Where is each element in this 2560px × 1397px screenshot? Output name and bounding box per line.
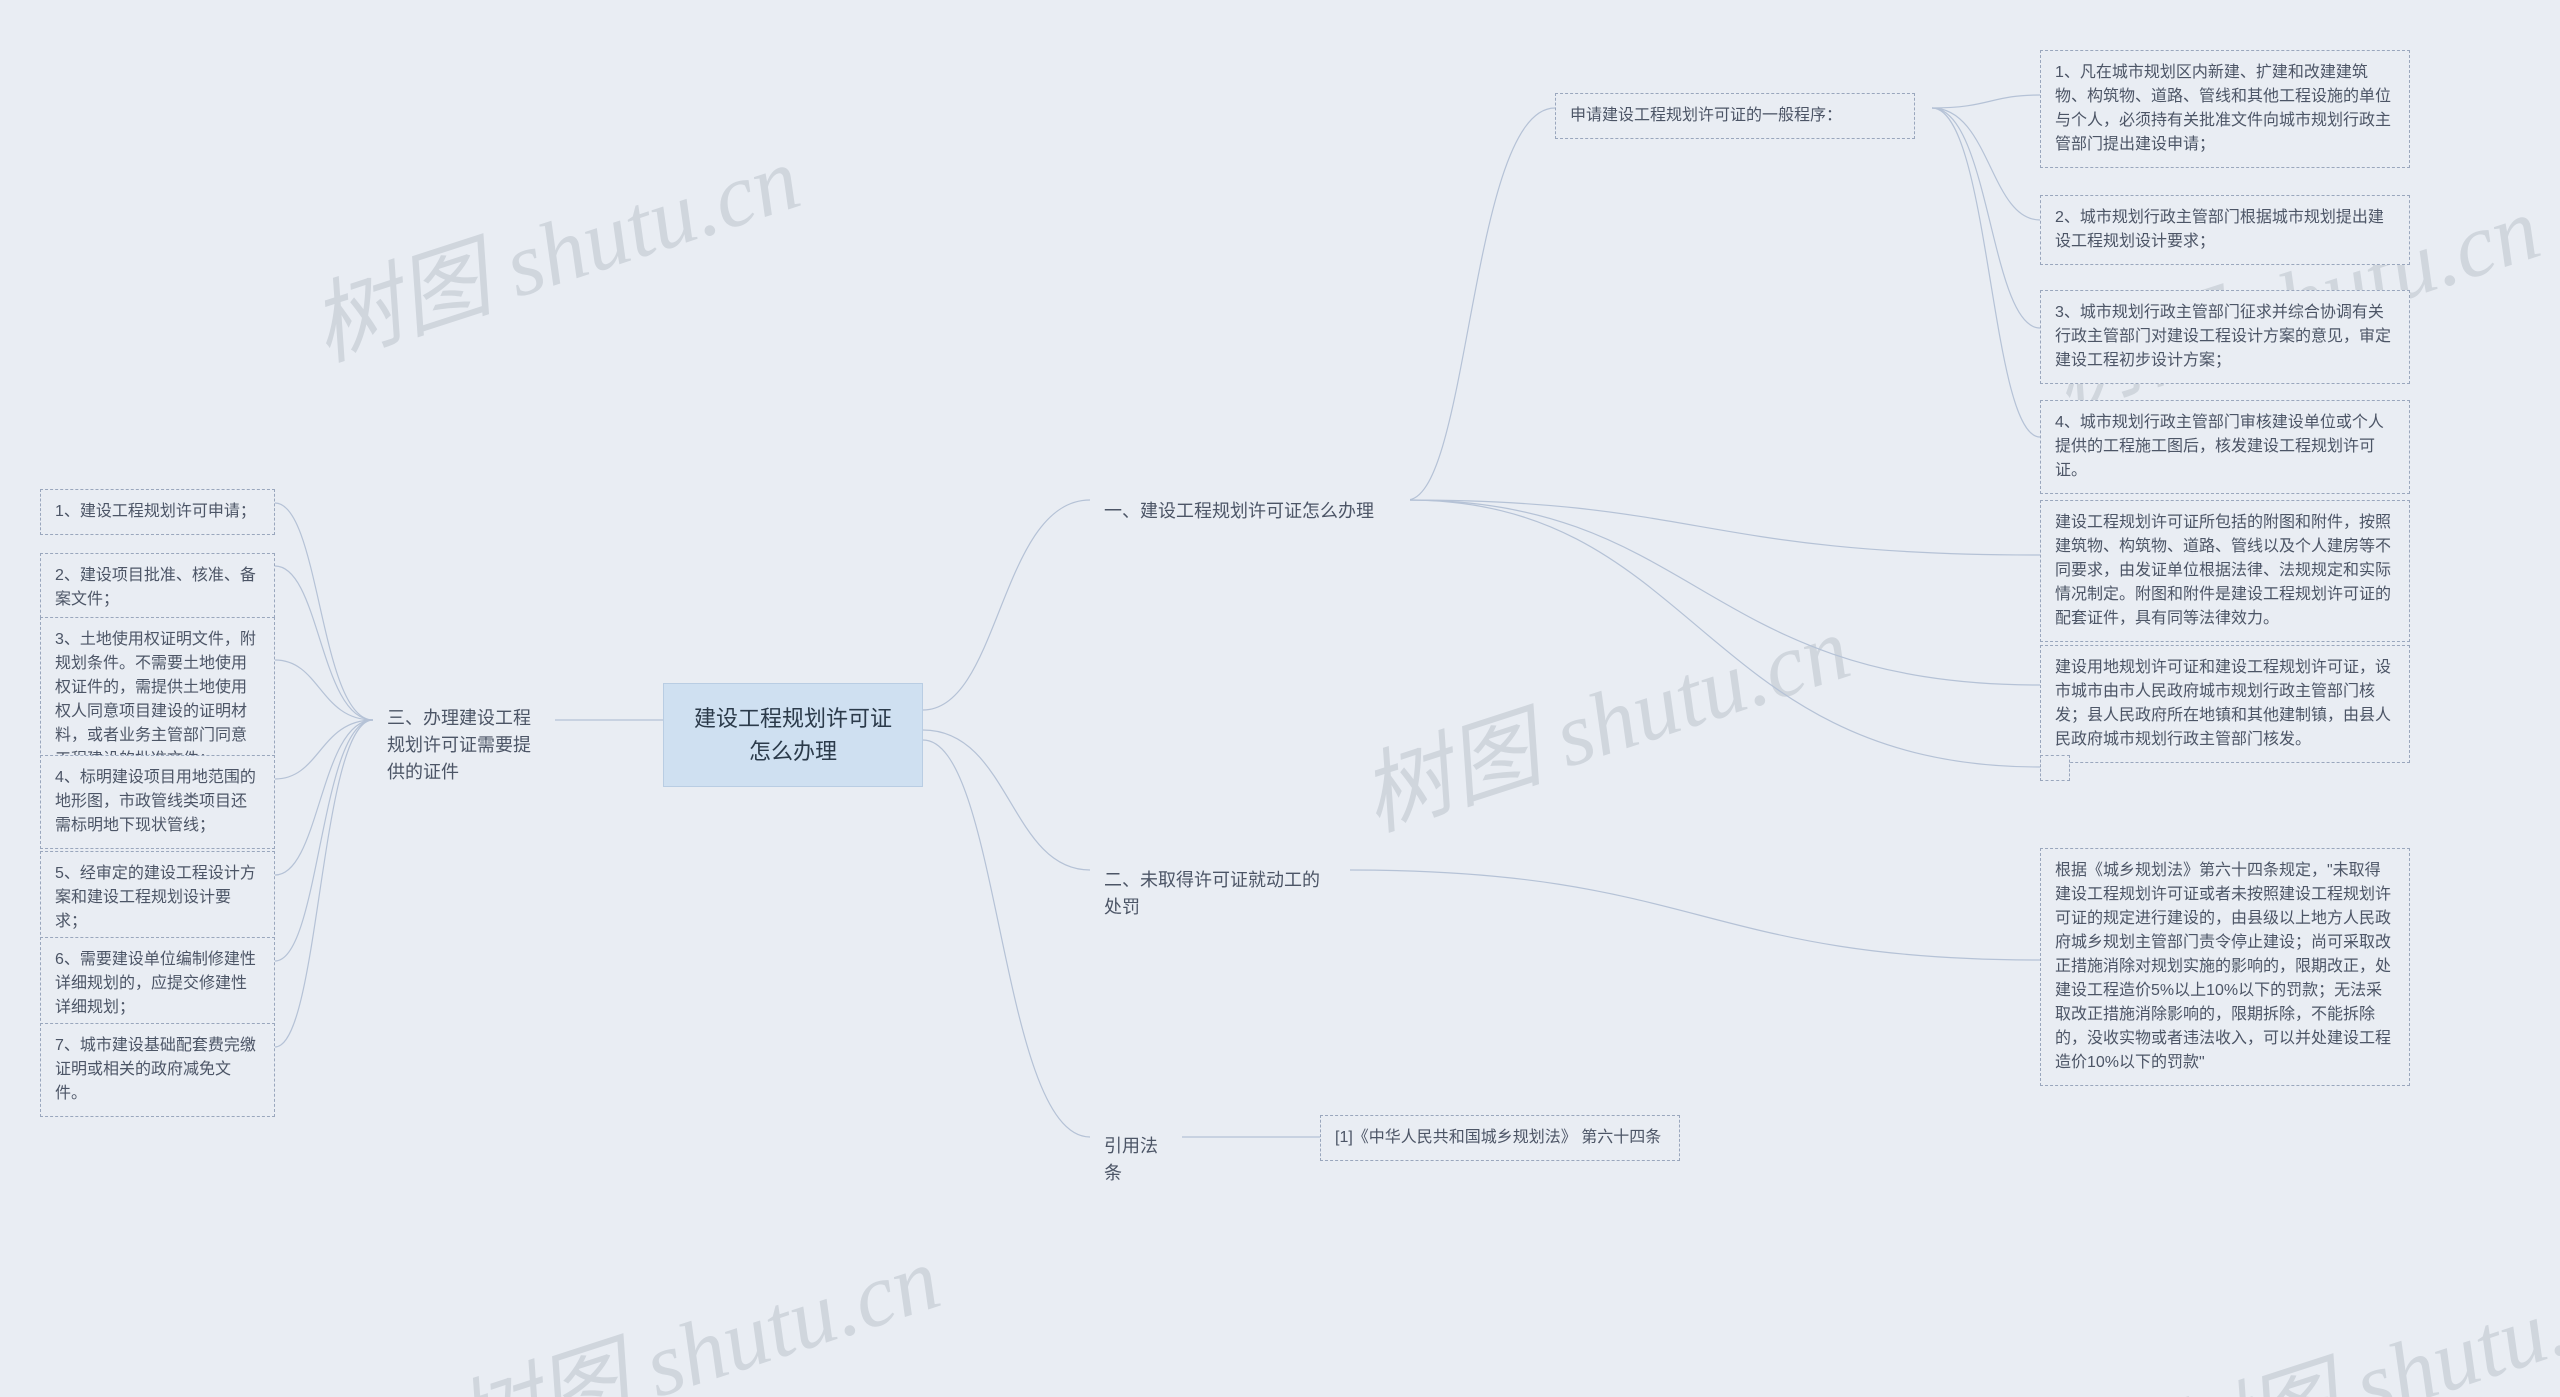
branch1-para3[interactable]: 建设用地规划许可证和建设工程规划许可证，设市城市由市人民政府城市规划行政主管部门… — [2040, 645, 2410, 763]
branch2-title[interactable]: 二、未取得许可证就动工的处罚 — [1090, 857, 1350, 931]
mindmap-canvas: 树图 shutu.cn 树图 shutu.cn 树图 shutu.cn 树图 s… — [0, 0, 2560, 1397]
branch3-title[interactable]: 三、办理建设工程规划许可证需要提供的证件 — [373, 695, 555, 796]
branch4-title[interactable]: 引用法条 — [1090, 1123, 1182, 1197]
branch1-sub1-item4[interactable]: 4、城市规划行政主管部门审核建设单位或个人提供的工程施工图后，核发建设工程规划许… — [2040, 400, 2410, 494]
branch2-content[interactable]: 根据《城乡规划法》第六十四条规定，"未取得建设工程规划许可证或者未按照建设工程规… — [2040, 848, 2410, 1086]
branch3-item1[interactable]: 1、建设工程规划许可申请； — [40, 489, 275, 535]
branch1-sub1-item2[interactable]: 2、城市规划行政主管部门根据城市规划提出建设工程规划设计要求； — [2040, 195, 2410, 265]
branch4-content[interactable]: [1]《中华人民共和国城乡规划法》 第六十四条 — [1320, 1115, 1680, 1161]
watermark: 树图 shutu.cn — [292, 105, 812, 385]
branch1-sub1[interactable]: 申请建设工程规划许可证的一般程序： — [1555, 93, 1915, 139]
branch1-sub1-item1[interactable]: 1、凡在城市规划区内新建、扩建和改建建筑物、构筑物、道路、管线和其他工程设施的单… — [2040, 50, 2410, 168]
branch3-item4[interactable]: 4、标明建设项目用地范围的地形图，市政管线类项目还需标明地下现状管线； — [40, 755, 275, 849]
watermark: 树图 shutu.cn — [1342, 575, 1862, 855]
branch3-item6[interactable]: 6、需要建设单位编制修建性详细规划的，应提交修建性详细规划； — [40, 937, 275, 1031]
root-node[interactable]: 建设工程规划许可证怎么办理 — [663, 683, 923, 787]
branch3-item7[interactable]: 7、城市建设基础配套费完缴证明或相关的政府减免文件。 — [40, 1023, 275, 1117]
branch1-empty-node[interactable] — [2040, 755, 2070, 781]
branch1-sub1-item3[interactable]: 3、城市规划行政主管部门征求并综合协调有关行政主管部门对建设工程设计方案的意见，… — [2040, 290, 2410, 384]
branch3-item2[interactable]: 2、建设项目批准、核准、备案文件； — [40, 553, 275, 623]
watermark: 树图 shutu.cn — [432, 1205, 952, 1397]
branch3-item5[interactable]: 5、经审定的建设工程设计方案和建设工程规划设计要求； — [40, 851, 275, 945]
branch1-para2[interactable]: 建设工程规划许可证所包括的附图和附件，按照建筑物、构筑物、道路、管线以及个人建房… — [2040, 500, 2410, 642]
watermark: 树图 shutu.cn — [2142, 1225, 2560, 1397]
branch1-title[interactable]: 一、建设工程规划许可证怎么办理 — [1090, 488, 1410, 535]
